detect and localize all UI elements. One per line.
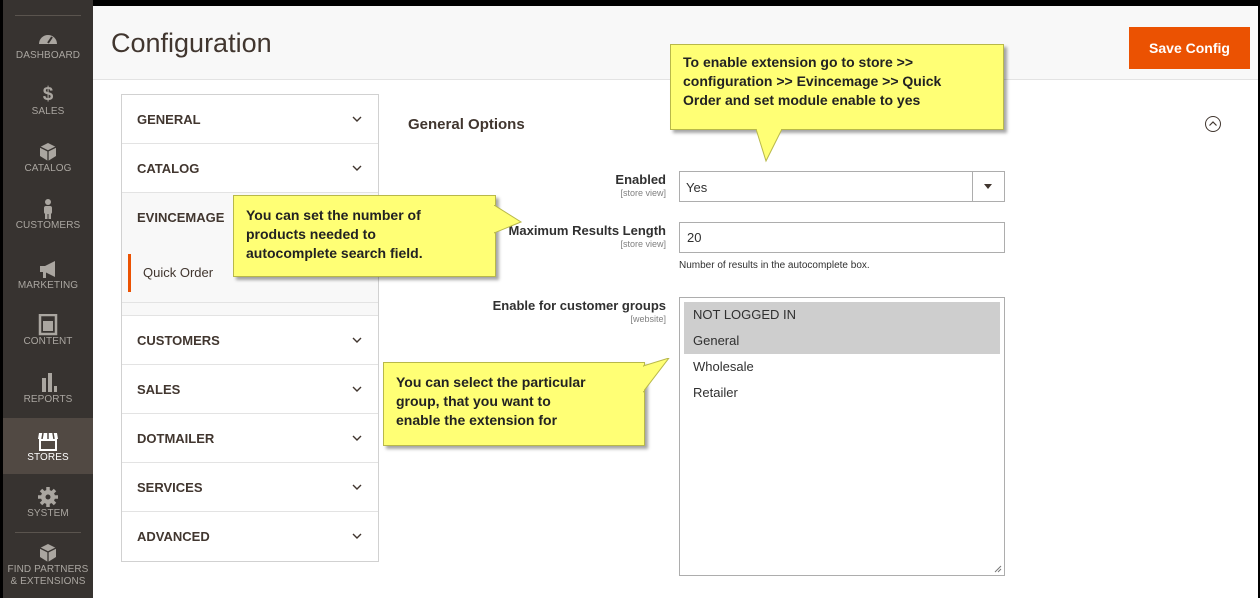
nav-tab-label: SALES [137, 382, 181, 397]
nav-tab-label: EVINCEMAGE [137, 210, 225, 225]
sidebar-item-label: Stores [27, 452, 69, 463]
nav-tab-customers[interactable]: CUSTOMERS [122, 316, 378, 365]
callout-line: group, that you want to [396, 393, 551, 409]
option-general[interactable]: General [684, 328, 1000, 354]
max-results-input[interactable] [679, 222, 1005, 253]
max-results-note: Number of results in the autocomplete bo… [679, 260, 870, 271]
sidebar-item-catalog[interactable]: Catalog [3, 141, 93, 175]
megaphone-icon [40, 261, 55, 278]
page-title: Configuration [111, 28, 272, 58]
sidebar-item-content[interactable]: Content [3, 314, 93, 348]
sidebar-item-label: Customers [15, 220, 81, 231]
nav-tab-dotmailer[interactable]: DOTMAILER [122, 414, 378, 463]
customer-groups-multiselect[interactable]: NOT LOGGED IN General Wholesale Retailer [679, 297, 1005, 576]
callout-pointer [643, 358, 670, 393]
sidebar-item-stores[interactable]: Stores [3, 418, 93, 474]
dashboard-icon [39, 35, 57, 44]
nav-tab-catalog[interactable]: CATALOG [122, 144, 378, 193]
bar-chart-icon [42, 373, 57, 392]
caret-down-icon [984, 184, 992, 189]
sidebar-item-label: Find Partners [7, 564, 89, 575]
sidebar-item-sales[interactable]: $ Sales [3, 84, 93, 118]
callout-line: To enable extension go to store >> [683, 54, 914, 70]
callout-line: enable the extension for [396, 412, 558, 428]
chevron-down-icon [352, 165, 362, 171]
callout-enable-instructions: To enable extension go to store >> confi… [670, 44, 1004, 130]
sidebar-item-label: Marketing [17, 280, 79, 291]
nav-tab-label: GENERAL [137, 112, 201, 127]
collapse-section-icon[interactable] [1204, 115, 1222, 133]
chevron-down-icon [352, 435, 362, 441]
sidebar-divider [15, 15, 81, 16]
cube-icon [39, 143, 57, 161]
nav-tab-sales[interactable]: SALES [122, 365, 378, 414]
nav-tab-general[interactable]: GENERAL [122, 95, 378, 144]
nav-sub-label: Quick Order [143, 265, 214, 280]
sidebar-item-label-line2: & Extensions [10, 576, 86, 587]
dollar-icon: $ [42, 84, 54, 105]
save-config-button[interactable]: Save Config [1129, 27, 1250, 69]
enabled-label: Enabled [615, 172, 666, 187]
option-retailer[interactable]: Retailer [684, 380, 1000, 406]
sidebar-item-label: Sales [31, 106, 65, 117]
sidebar-item-label: Content [23, 336, 73, 347]
sidebar-item-system[interactable]: System [3, 486, 93, 520]
chevron-down-icon [352, 337, 362, 343]
nav-tab-advanced[interactable]: ADVANCED [122, 512, 378, 561]
option-not-logged-in[interactable]: NOT LOGGED IN [684, 302, 1000, 328]
callout-line: Order and set module enable to yes [683, 92, 921, 108]
max-results-scope: [store view] [620, 239, 666, 249]
person-icon [44, 199, 52, 219]
sidebar-item-find-partners[interactable]: Find Partners & Extensions [3, 542, 93, 588]
box-icon [39, 544, 57, 562]
content-icon [38, 314, 58, 336]
sidebar-item-label: Reports [23, 394, 73, 405]
nav-tab-label: DOTMAILER [137, 431, 215, 446]
sidebar-item-marketing[interactable]: Marketing [3, 258, 93, 292]
sidebar-item-label: Dashboard [15, 50, 81, 61]
customer-groups-scope: [website] [630, 314, 666, 324]
sidebar-item-customers[interactable]: Customers [3, 198, 93, 232]
callout-pointer [756, 129, 783, 163]
nav-tab-services[interactable]: SERVICES [122, 463, 378, 512]
sidebar-item-label: Catalog [24, 163, 72, 174]
section-title[interactable]: General Options [408, 116, 525, 133]
admin-sidebar: Dashboard $ Sales Catalog Customers Mark… [0, 0, 93, 598]
nav-spacer [122, 303, 378, 316]
callout-results-length: You can set the number of products neede… [233, 195, 496, 277]
nav-tab-label: CATALOG [137, 161, 200, 176]
nav-tab-label: SERVICES [137, 480, 203, 495]
nav-tab-label: ADVANCED [137, 529, 210, 544]
chevron-down-icon [352, 116, 362, 122]
enabled-select[interactable]: Yes [679, 171, 1005, 202]
sidebar-divider [15, 532, 81, 533]
callout-line: products needed to [246, 226, 376, 242]
select-arrow [972, 172, 1004, 201]
callout-customer-groups: You can select the particular group, tha… [383, 362, 645, 446]
nav-tab-label: CUSTOMERS [137, 333, 220, 348]
enabled-select-value: Yes [686, 180, 708, 195]
customer-groups-label: Enable for customer groups [492, 298, 666, 313]
sidebar-item-dashboard[interactable]: Dashboard [3, 28, 93, 62]
option-wholesale[interactable]: Wholesale [684, 354, 1000, 380]
callout-line: You can select the particular [396, 374, 586, 390]
config-nav: GENERAL CATALOG EVINCEMAGE Quick Order C… [121, 94, 379, 562]
callout-line: You can set the number of [246, 207, 421, 223]
gear-icon [38, 487, 58, 507]
callout-pointer [494, 205, 522, 234]
callout-line: configuration >> Evincemage >> Quick [683, 73, 942, 89]
chevron-down-icon [352, 533, 362, 539]
chevron-down-icon [352, 386, 362, 392]
sidebar-item-label: System [27, 508, 69, 519]
resize-handle-icon[interactable] [994, 565, 1002, 573]
active-indicator [128, 254, 131, 292]
store-icon [38, 432, 58, 451]
callout-line: autocomplete search field. [246, 245, 423, 261]
sidebar-item-reports[interactable]: Reports [3, 372, 93, 406]
chevron-down-icon [352, 484, 362, 490]
enabled-scope: [store view] [620, 188, 666, 198]
